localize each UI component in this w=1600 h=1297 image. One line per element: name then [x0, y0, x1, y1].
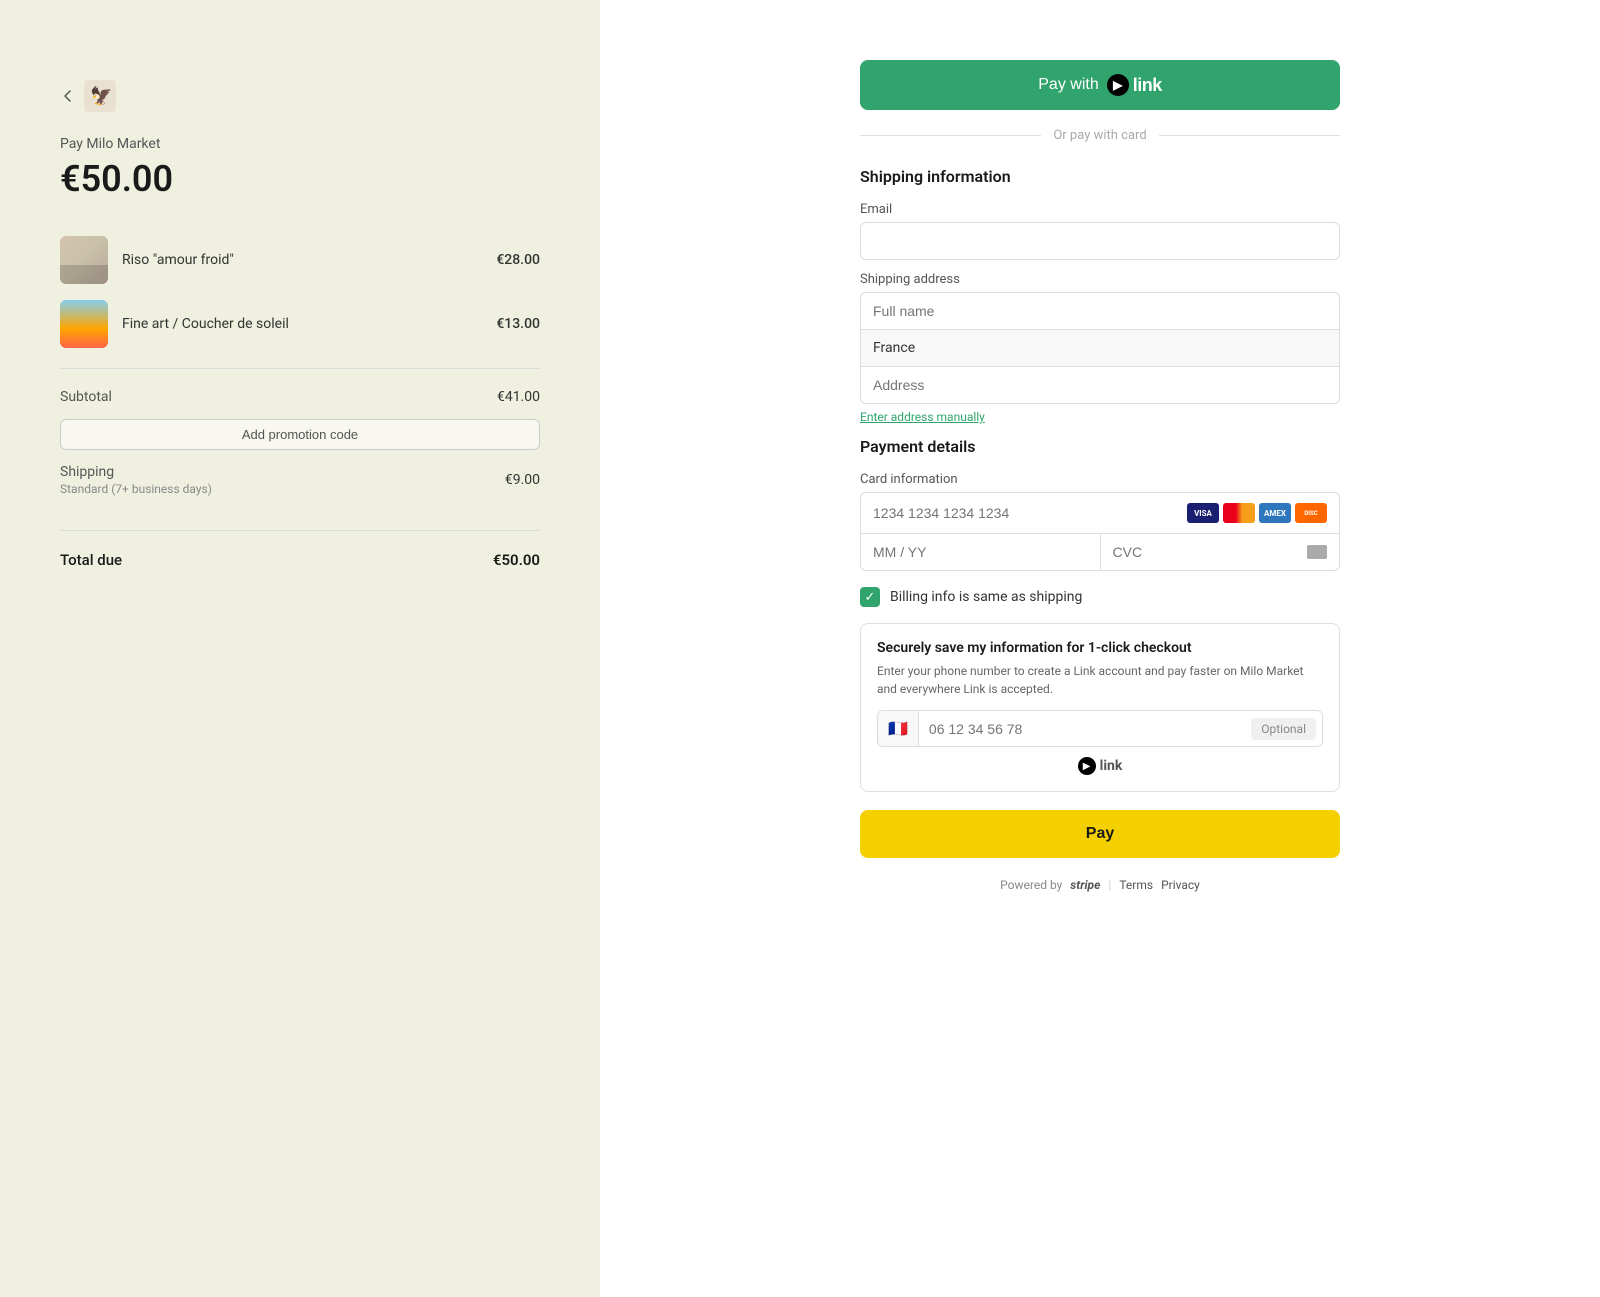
- or-pay-label: Or pay with card: [1053, 128, 1146, 143]
- merchant-logo: 🦅: [84, 80, 116, 112]
- link-footer-icon: ▶: [1078, 757, 1096, 775]
- right-panel: Pay with ▶ link Or pay with card Shippin…: [600, 0, 1600, 1297]
- optional-badge: Optional: [1251, 718, 1316, 740]
- cvc-row: [1101, 534, 1340, 570]
- item-price: €28.00: [496, 252, 540, 268]
- pay-with-link-button[interactable]: Pay with ▶ link: [860, 60, 1340, 110]
- item-price: €13.00: [496, 316, 540, 332]
- item-name: Fine art / Coucher de soleil: [122, 316, 482, 332]
- phone-flag[interactable]: 🇫🇷: [878, 711, 919, 746]
- country-value: France: [873, 340, 915, 356]
- email-group: Email: [860, 202, 1340, 260]
- link-footer: ▶ link: [877, 757, 1323, 775]
- pay-with-label: Pay with: [1038, 76, 1098, 94]
- amex-icon: AMEX: [1259, 503, 1291, 523]
- item-name: Riso "amour froid": [122, 252, 482, 268]
- billing-same-row[interactable]: ✓ Billing info is same as shipping: [860, 587, 1340, 607]
- order-items: Riso "amour froid" €28.00 Fine art / Cou…: [60, 236, 540, 348]
- card-info-group: Card information VISA AMEX DISC: [860, 472, 1340, 571]
- shipping-section-title: Shipping information: [860, 167, 1340, 186]
- visa-icon: VISA: [1187, 503, 1219, 523]
- full-name-input[interactable]: [861, 293, 1339, 330]
- phone-input[interactable]: [919, 713, 1245, 745]
- pay-button[interactable]: Pay: [860, 810, 1340, 858]
- back-button[interactable]: 🦅: [60, 80, 540, 112]
- link-logo: ▶ link: [1107, 74, 1162, 96]
- expiry-input[interactable]: [861, 534, 1101, 570]
- link-icon: ▶: [1107, 74, 1129, 96]
- footer-links: Powered by stripe | Terms Privacy: [860, 878, 1340, 892]
- item-image-soleil: [60, 300, 108, 348]
- shipping-row: Shipping Standard (7+ business days) €9.…: [60, 464, 540, 496]
- privacy-link[interactable]: Privacy: [1161, 878, 1200, 892]
- enter-address-manually-link[interactable]: Enter address manually: [860, 410, 985, 424]
- list-item: Fine art / Coucher de soleil €13.00: [60, 300, 540, 348]
- divider: [60, 530, 540, 531]
- card-number-row: VISA AMEX DISC: [861, 493, 1339, 534]
- powered-by-label: Powered by: [1000, 878, 1062, 892]
- save-info-desc: Enter your phone number to create a Link…: [877, 662, 1323, 698]
- shipping-label: Shipping: [60, 464, 212, 480]
- billing-checkbox[interactable]: ✓: [860, 587, 880, 607]
- shipping-address-group: Shipping address France Enter address ma…: [860, 272, 1340, 425]
- subtotal-row: Subtotal €41.00: [60, 389, 540, 405]
- card-number-input[interactable]: [873, 505, 1187, 521]
- total-row: Total due €50.00: [60, 551, 540, 569]
- billing-same-label: Billing info is same as shipping: [890, 589, 1082, 605]
- payment-section-title: Payment details: [860, 437, 1340, 456]
- subtotal-value: €41.00: [497, 389, 540, 405]
- card-bottom-row: [861, 534, 1339, 570]
- pay-label: Pay Milo Market: [60, 136, 540, 152]
- shipping-address-label: Shipping address: [860, 272, 1340, 287]
- stripe-logo: stripe: [1070, 878, 1100, 892]
- card-icons: VISA AMEX DISC: [1187, 503, 1327, 523]
- right-inner: Pay with ▶ link Or pay with card Shippin…: [860, 60, 1340, 892]
- footer-divider: |: [1108, 878, 1111, 892]
- back-icon: [60, 88, 76, 104]
- cvc-input[interactable]: [1113, 534, 1308, 570]
- save-info-title: Securely save my information for 1-click…: [877, 640, 1323, 656]
- terms-link[interactable]: Terms: [1119, 878, 1153, 892]
- total-value: €50.00: [493, 551, 540, 569]
- discover-icon: DISC: [1295, 503, 1327, 523]
- link-text: link: [1133, 75, 1162, 96]
- total-amount: €50.00: [60, 158, 540, 200]
- shipping-value: €9.00: [505, 472, 540, 488]
- card-fields: VISA AMEX DISC: [860, 492, 1340, 571]
- cvc-icon: [1307, 545, 1327, 559]
- address-fields: France: [860, 292, 1340, 404]
- divider: [60, 368, 540, 369]
- mastercard-icon: [1223, 503, 1255, 523]
- or-pay-divider: Or pay with card: [860, 128, 1340, 143]
- subtotal-label: Subtotal: [60, 389, 112, 405]
- email-label: Email: [860, 202, 1340, 217]
- save-info-box: Securely save my information for 1-click…: [860, 623, 1340, 792]
- link-footer-text: link: [1100, 758, 1123, 774]
- email-input[interactable]: [860, 222, 1340, 260]
- item-image-riso: [60, 236, 108, 284]
- list-item: Riso "amour froid" €28.00: [60, 236, 540, 284]
- address-input[interactable]: [861, 367, 1339, 403]
- add-promo-button[interactable]: Add promotion code: [60, 419, 540, 450]
- phone-input-row: 🇫🇷 Optional: [877, 710, 1323, 747]
- country-field[interactable]: France: [861, 330, 1339, 367]
- card-info-label: Card information: [860, 472, 1340, 487]
- shipping-sublabel: Standard (7+ business days): [60, 482, 212, 496]
- total-label: Total due: [60, 551, 122, 569]
- svg-text:🦅: 🦅: [90, 85, 112, 107]
- left-panel: 🦅 Pay Milo Market €50.00 Riso "amour fro…: [0, 0, 600, 1297]
